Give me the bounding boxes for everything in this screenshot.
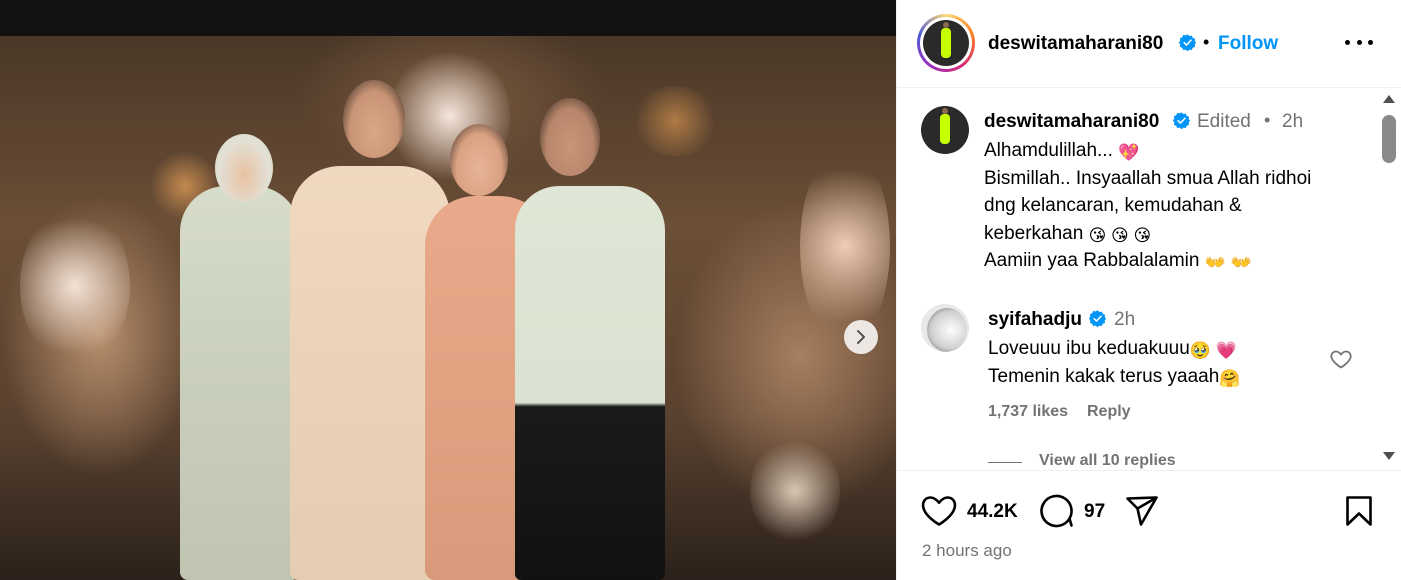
person-figure <box>515 186 665 580</box>
post-actions-bar: 44.2K 97 2 hours ago <box>897 470 1401 580</box>
author-username[interactable]: deswitamaharani80 <box>988 33 1163 55</box>
caption-line: Bismillah.. Insyaallah smua Allah ridhoi <box>984 167 1312 189</box>
commenter-username[interactable]: syifahadju <box>988 309 1082 331</box>
share-icon[interactable] <box>1125 495 1159 527</box>
caption-line: Alhamdulillah... <box>984 140 1113 161</box>
person-head <box>450 124 508 196</box>
instagram-post-modal: deswitamaharani80 • Follow deswitamahara… <box>0 0 1401 580</box>
comment-line: Temenin kakak terus yaaah <box>988 365 1220 387</box>
person-figure <box>180 186 300 580</box>
follow-button[interactable]: Follow <box>1218 33 1278 55</box>
caption-line: keberkahan <box>984 222 1084 244</box>
comment-timestamp[interactable]: 2h <box>1114 309 1135 331</box>
post-photo[interactable] <box>0 36 896 580</box>
scrollbar-thumb[interactable] <box>1382 115 1396 163</box>
photo-pane <box>0 0 896 580</box>
view-replies-button[interactable]: View all 10 replies <box>1039 452 1176 470</box>
view-replies-line <box>988 462 1022 463</box>
open-hands-emoji: 👐 👐 <box>1204 253 1252 272</box>
flower-decoration <box>20 206 130 366</box>
comment-icon[interactable] <box>1040 494 1074 528</box>
comment-text: Loveuuu ibu keduakuuu🥹 💗 Temenin kakak t… <box>988 335 1308 390</box>
caption-author-avatar[interactable] <box>921 106 969 154</box>
post-timestamp[interactable]: 2 hours ago <box>922 541 1012 561</box>
person-head <box>540 98 600 176</box>
photo-top-bar <box>0 0 896 36</box>
bookmark-icon[interactable] <box>1345 495 1373 527</box>
comments-scrollbar[interactable] <box>1378 89 1400 470</box>
separator-dot: • <box>1203 32 1210 52</box>
person-head <box>343 80 405 158</box>
verified-badge-icon <box>1179 34 1196 51</box>
comments-section[interactable]: deswitamaharani80 Edited • 2h Alhamdulil… <box>897 89 1401 470</box>
chevron-right-icon <box>857 330 865 344</box>
next-photo-button[interactable] <box>844 320 878 354</box>
verified-badge-icon <box>1173 112 1190 129</box>
heart-icon[interactable] <box>1329 347 1353 371</box>
caption-author-username[interactable]: deswitamaharani80 <box>984 111 1159 133</box>
comment-likes-count[interactable]: 1,737 likes <box>988 403 1068 421</box>
hug-emoji: 🤗 <box>1219 368 1241 388</box>
verified-badge-icon <box>1089 310 1106 327</box>
vase-decoration <box>750 436 840 546</box>
person-head <box>215 134 273 202</box>
post-header: deswitamaharani80 • Follow <box>897 0 1401 88</box>
caption-text: Alhamdulillah... 💖 Bismillah.. Insyaalla… <box>984 137 1364 275</box>
caption-timestamp[interactable]: 2h <box>1282 111 1303 133</box>
separator-dot: • <box>1264 110 1271 130</box>
heart-icon[interactable] <box>921 495 957 527</box>
scroll-down-arrow[interactable] <box>1383 452 1395 460</box>
comment-line: Loveuuu ibu keduakuuu <box>988 338 1190 359</box>
author-avatar-story-ring[interactable] <box>917 14 975 72</box>
scroll-up-arrow[interactable] <box>1383 95 1395 103</box>
caption-line: dng kelancaran, kemudahan & <box>984 195 1242 216</box>
caption-line: Aamiin yaa Rabbalalamin <box>984 250 1200 271</box>
like-count[interactable]: 44.2K <box>967 501 1018 523</box>
kiss-emoji: 😘 😘 😘 <box>1088 225 1152 245</box>
author-avatar <box>923 20 969 66</box>
comment-count[interactable]: 97 <box>1084 501 1105 523</box>
heart-emoji: 💖 <box>1118 143 1140 162</box>
reply-button[interactable]: Reply <box>1087 403 1131 421</box>
comment-emoji: 🥹 💗 <box>1189 341 1237 360</box>
more-options-icon[interactable] <box>1345 30 1373 54</box>
commenter-avatar[interactable] <box>921 304 969 352</box>
post-sidebar: deswitamaharani80 • Follow deswitamahara… <box>896 0 1401 580</box>
edited-label: Edited <box>1197 111 1251 132</box>
flower-decoration <box>800 146 890 346</box>
woven-decoration <box>630 86 720 156</box>
